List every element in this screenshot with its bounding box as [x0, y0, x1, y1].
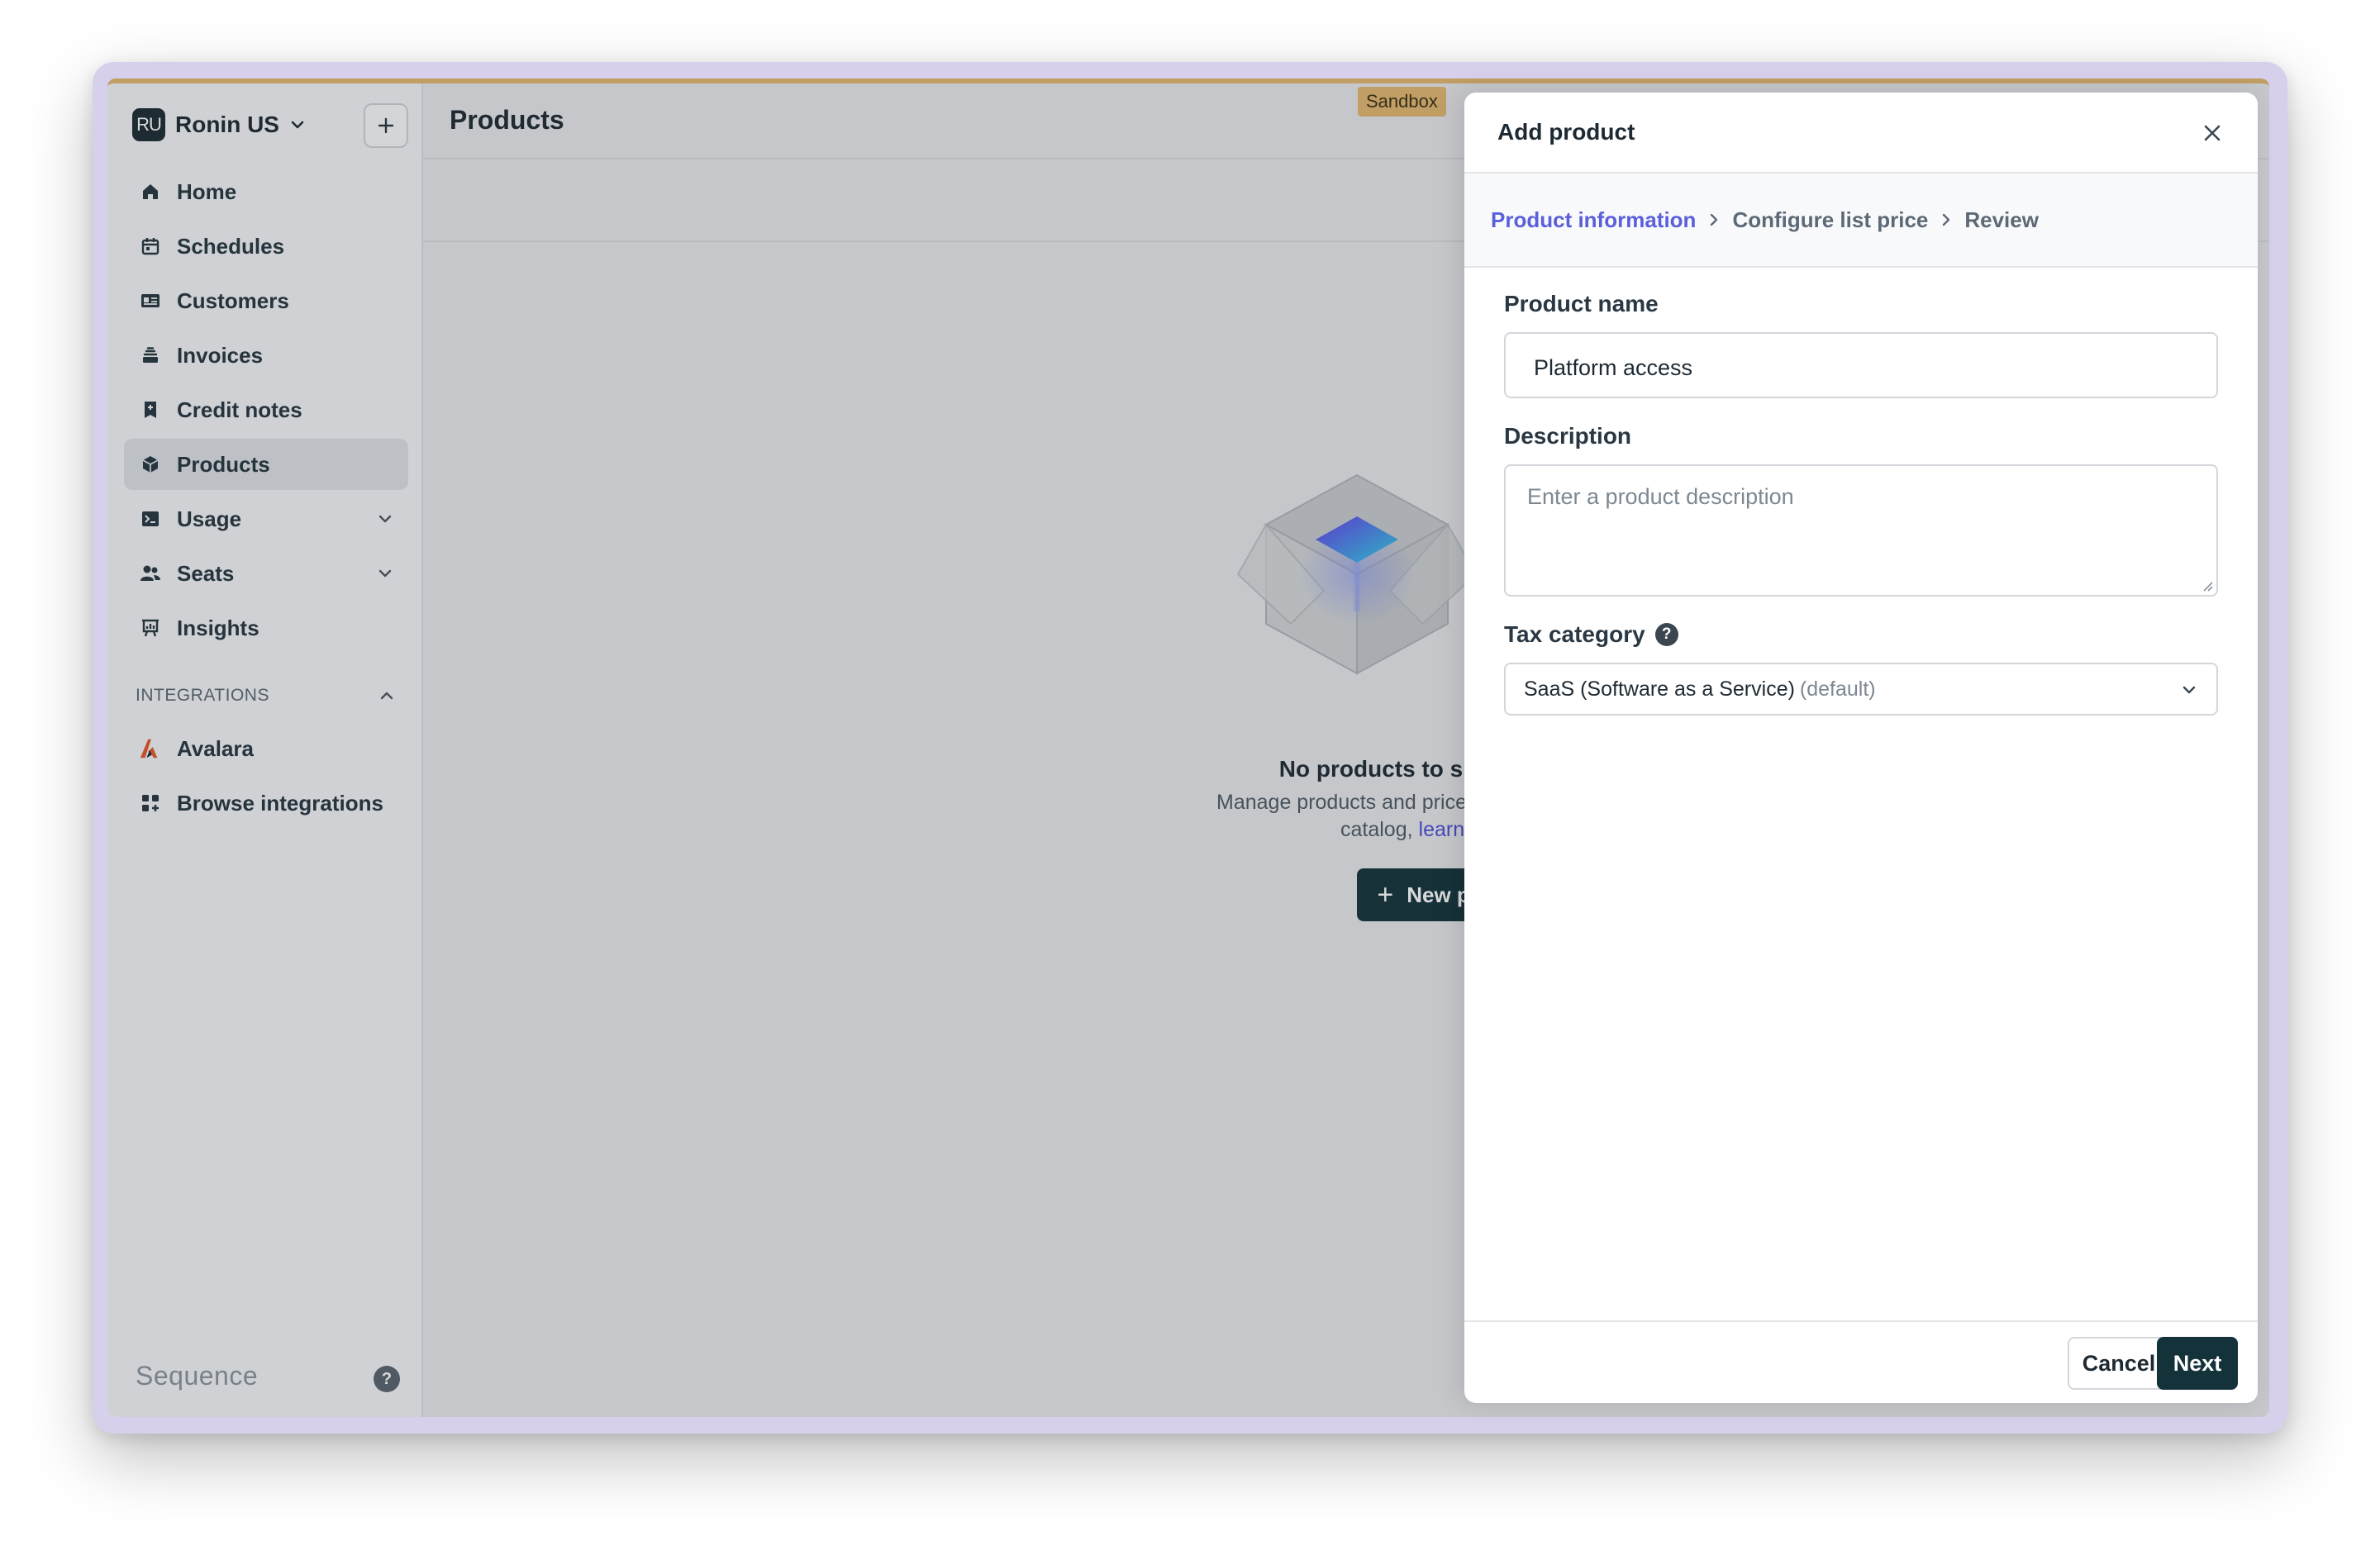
add-product-drawer: Add product Product information Configur…: [1464, 93, 2258, 1403]
tax-category-label-row: Tax category ?: [1504, 621, 1678, 648]
description-textarea[interactable]: Enter a product description: [1504, 464, 2218, 597]
close-icon[interactable]: [2200, 121, 2225, 145]
step-review[interactable]: Review: [1964, 207, 2039, 233]
tax-category-label: Tax category: [1504, 621, 1645, 647]
tax-category-value: SaaS (Software as a Service): [1524, 677, 1795, 701]
description-placeholder: Enter a product description: [1527, 484, 1794, 509]
description-label: Description: [1504, 423, 1632, 449]
resize-handle-icon[interactable]: [2200, 578, 2213, 592]
step-configure-list-price[interactable]: Configure list price: [1732, 207, 1928, 233]
chevron-right-icon: [1943, 213, 1950, 226]
drawer-header: Add product: [1464, 93, 2258, 174]
step-product-information[interactable]: Product information: [1491, 207, 1696, 233]
product-name-label: Product name: [1504, 291, 1659, 316]
tax-category-default-tag: (default): [1799, 677, 1876, 701]
cancel-button[interactable]: Cancel: [2068, 1337, 2170, 1390]
drawer-footer: Cancel Next: [1464, 1320, 2258, 1403]
chevron-right-icon: [1711, 213, 1718, 226]
product-name-input[interactable]: Platform access: [1504, 332, 2218, 398]
help-icon[interactable]: ?: [1654, 623, 1678, 646]
drawer-title: Add product: [1497, 119, 1635, 145]
tax-category-select[interactable]: SaaS (Software as a Service) (default): [1504, 663, 2218, 716]
next-button[interactable]: Next: [2157, 1337, 2238, 1390]
chevron-down-icon: [2182, 686, 2196, 694]
stepper-breadcrumb: Product information Configure list price…: [1464, 174, 2258, 268]
